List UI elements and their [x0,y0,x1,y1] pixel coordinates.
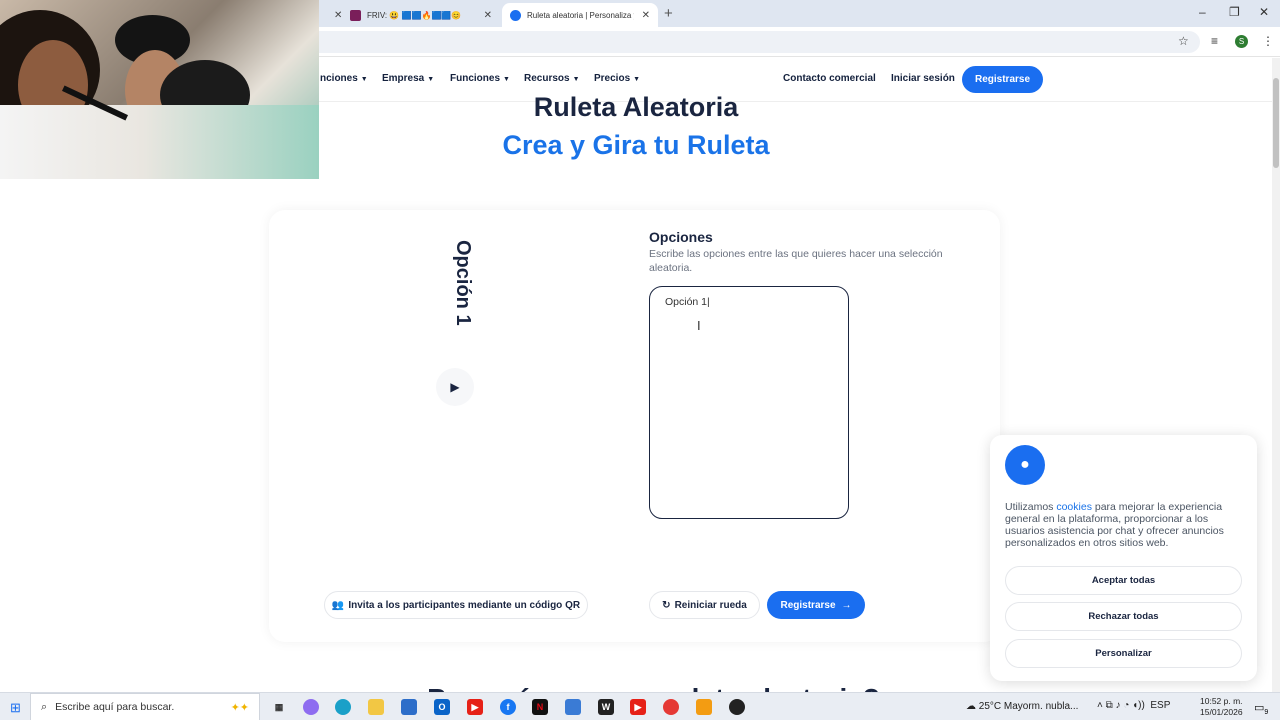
wheel-favicon-icon [510,9,521,21]
wheel[interactable]: Opción 1 [436,236,492,346]
nav-item-empresa[interactable]: Empresa ▼ [382,73,434,84]
clock[interactable]: 10:52 p. m. 15/01/2026 [1200,696,1243,718]
play-icon: ▶ [450,380,460,394]
nav-label: Funciones [450,73,501,84]
register-button[interactable]: Registrarse [962,66,1043,93]
options-description: Escribe las opciones entre las que quier… [649,248,943,274]
weather-icon: ☁ [966,701,979,712]
friv-favicon-icon [350,9,361,21]
reset-wheel-button[interactable]: ↻ Reiniciar rueda [649,591,760,619]
accept-all-button[interactable]: Aceptar todas [1005,566,1242,595]
clock-time: 10:52 p. m. [1200,696,1243,706]
nav-label: Empresa [382,73,425,84]
wikipedia-icon[interactable]: W [598,699,614,715]
omnibox[interactable] [300,31,1200,53]
contact-sales-link[interactable]: Contacto comercial [783,73,876,84]
caret: | [707,296,710,308]
nav-label: Recursos [524,73,570,84]
chevron-down-icon: ▼ [503,76,510,83]
search-icon: ⌕ [41,700,48,713]
close-icon[interactable]: ✕ [484,10,492,21]
cookie-icon: ● [1005,445,1045,485]
cookies-link[interactable]: cookies [1056,501,1092,513]
webcam-overlay [0,0,319,179]
customize-button[interactable]: Personalizar [1005,639,1242,668]
reject-all-button[interactable]: Rechazar todas [1005,602,1242,631]
chrome-icon[interactable] [663,699,679,715]
nav-item-recursos[interactable]: Recursos ▼ [524,73,580,84]
weather-widget[interactable]: ☁ 25°C Mayorm. nubla... [966,701,1078,712]
arrow-right-icon: → [841,599,852,611]
page-scrollbar[interactable] [1272,58,1280,692]
media-player-icon[interactable] [696,699,712,715]
menu-kebab-icon[interactable]: ⋮ [1262,34,1274,48]
task-view-icon[interactable]: ▦ [271,699,287,715]
taskbar: ⊞ ⌕ Escribe aquí para buscar. ✦✦ ▦ O ▶ f… [0,692,1280,720]
notifications-icon[interactable]: ▭9 [1254,701,1268,716]
youtube-icon[interactable]: ▶ [630,699,646,715]
tab-title: FRIV: 😃 🟦🟦🔥🟦🟦😊 [367,10,462,20]
cookie-text-start: Utilizamos [1005,501,1057,513]
scroll-thumb[interactable] [1273,78,1279,168]
language-indicator[interactable]: ESP [1150,700,1170,711]
system-tray[interactable]: ˄ ⧉ ♪ ◔ ◖)) ESP [1097,700,1170,711]
options-textarea[interactable]: Opción 1| [649,286,849,519]
users-icon: 👥 [331,599,345,611]
outlook-icon[interactable]: O [434,699,450,715]
nav-item-precios[interactable]: Precios ▼ [594,73,640,84]
tray-icons: ˄ ⧉ ♪ ◔ ◖)) [1097,700,1151,711]
login-link[interactable]: Iniciar sesión [891,73,955,84]
netflix-icon[interactable]: N [532,699,548,715]
youtube-icon[interactable]: ▶ [467,699,483,715]
bookmark-star-icon[interactable]: ☆ [1178,34,1189,48]
chevron-down-icon: ▼ [633,76,641,83]
clock-date: 15/01/2026 [1200,707,1243,717]
invite-qr-label: Invita a los participantes mediante un c… [348,599,581,611]
photos-icon[interactable] [565,699,581,715]
cookie-consent-panel: ● Utilizamos cookies para mejorar la exp… [990,435,1257,681]
edge-icon[interactable] [335,699,351,715]
tab-title: Ruleta aleatoria | Personaliza y g [527,10,634,20]
weather-text: 25°C Mayorm. nubla... [978,701,1079,712]
notification-count: 9 [1264,709,1269,717]
store-icon[interactable] [401,699,417,715]
windows-start-icon[interactable]: ⊞ [10,700,21,716]
invite-qr-button[interactable]: 👥 Invita a los participantes mediante un … [324,591,588,619]
recording-app-icon[interactable] [729,699,745,715]
close-icon[interactable]: ✕ [642,10,650,21]
text-cursor-icon: I [697,318,701,333]
nav-label: Precios [594,73,631,84]
tab-ruleta[interactable]: Ruleta aleatoria | Personaliza y g ✕ [502,3,658,27]
new-tab-button[interactable]: + [664,5,673,22]
nav-item-funciones-partial[interactable]: nciones ▼ [320,73,368,84]
spin-button[interactable]: ▶ [436,368,474,406]
chevron-down-icon: ▼ [572,76,580,83]
close-window-button[interactable]: ✕ [1259,5,1269,19]
cookie-message: Utilizamos cookies para mejorar la exper… [1005,501,1245,549]
copilot-icon[interactable] [303,699,319,715]
file-explorer-icon[interactable] [368,699,384,715]
tab-friv[interactable]: FRIV: 😃 🟦🟦🔥🟦🟦😊 ✕ [342,3,500,27]
wheel-option-label: Opción 1 [452,240,474,326]
chevron-down-icon: ▼ [360,76,368,83]
taskbar-search-input[interactable]: ⌕ Escribe aquí para buscar. ✦✦ [30,693,260,720]
restore-button[interactable]: ❐ [1229,5,1240,19]
profile-avatar[interactable]: S [1235,35,1248,48]
reset-wheel-label: Reiniciar rueda [674,599,747,611]
minimize-button[interactable]: – [1199,5,1206,19]
search-placeholder: Escribe aquí para buscar. [55,701,175,713]
facebook-icon[interactable]: f [500,699,516,715]
sparkle-icon: ✦✦ [230,701,249,714]
nav-item-funciones[interactable]: Funciones ▼ [450,73,510,84]
register-cta-button[interactable]: Registrarse → [767,591,865,619]
options-text: Opción 1 [665,296,708,308]
options-heading: Opciones [649,229,713,245]
chevron-down-icon: ▼ [427,76,435,83]
register-cta-label: Registrarse [780,599,836,611]
tab-close-prev[interactable]: ✕ [318,3,342,27]
media-control-icon[interactable]: ≡ [1211,34,1218,48]
nav-label: nciones [320,73,358,84]
refresh-icon: ↻ [662,599,671,611]
